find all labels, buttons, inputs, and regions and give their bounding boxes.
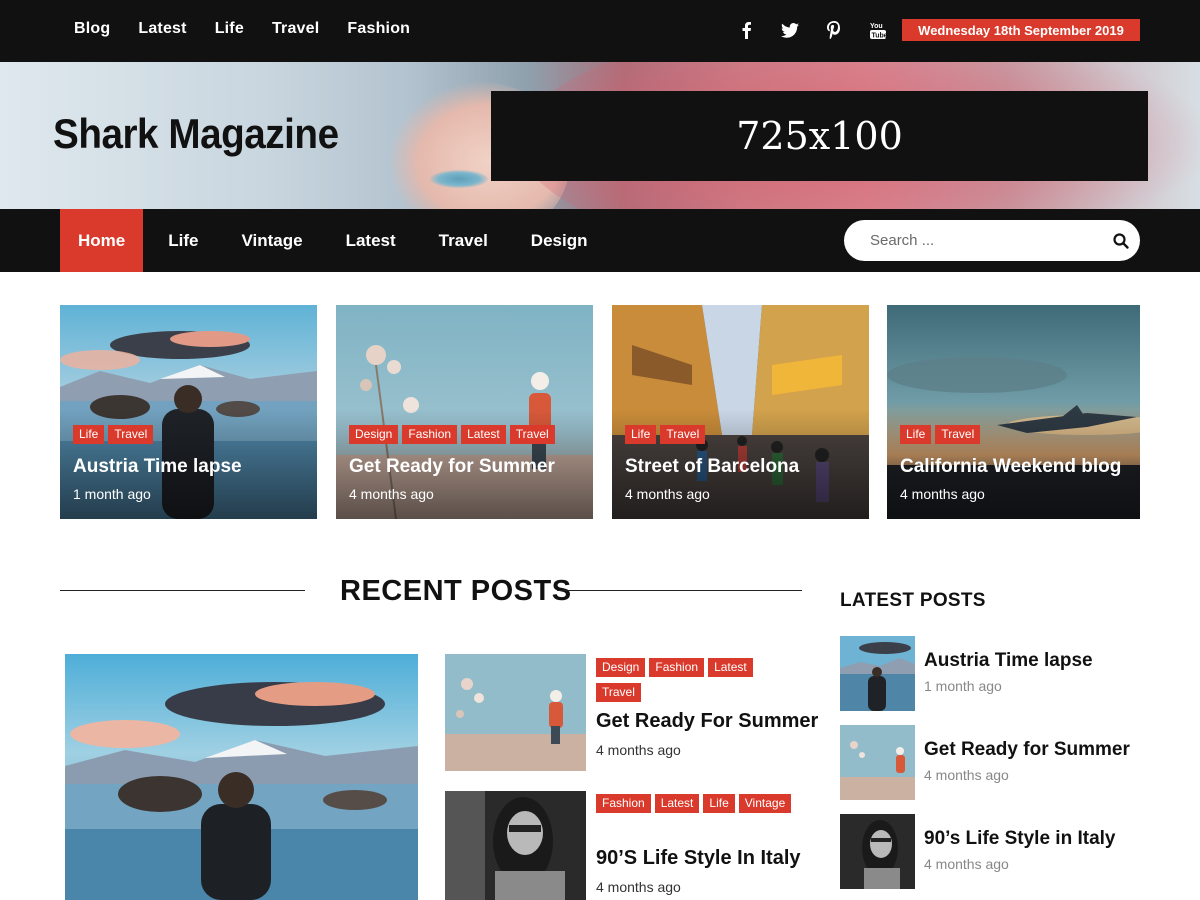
nav-item-design[interactable]: Design [513,209,606,272]
latest-post-date: 4 months ago [924,856,1009,872]
card-date: 4 months ago [625,486,710,502]
latest-post-date: 1 month ago [924,678,1002,694]
nav-item-home[interactable]: Home [60,209,144,272]
pinterest-icon[interactable] [822,18,846,42]
tag[interactable]: Travel [509,425,555,444]
featured-card[interactable]: Life Travel Street of Barcelona 4 months… [612,305,869,519]
featured-card[interactable]: Life Travel California Weekend blog 4 mo… [887,305,1140,519]
recent-post-featured-image[interactable] [65,654,418,900]
top-bar: Blog Latest Life Travel Fashion You Tube … [0,0,1200,62]
latest-post-date: 4 months ago [924,767,1009,783]
tag[interactable]: Fashion [596,794,651,813]
tag-list: Design Fashion Latest Travel [596,658,796,708]
social-links: You Tube [734,16,910,44]
recent-post-date: 4 months ago [596,879,681,895]
search-box [844,220,1140,261]
latest-post-title[interactable]: 90’s Life Style in Italy [924,828,1115,850]
latest-post-thumbnail[interactable] [840,636,915,711]
top-nav: Blog Latest Life Travel Fashion [74,0,438,58]
tag[interactable]: Life [73,425,105,444]
card-date: 4 months ago [349,486,434,502]
featured-card[interactable]: Design Fashion Latest Travel Get Ready f… [336,305,593,519]
tag[interactable]: Life [900,425,932,444]
section-divider [557,590,802,591]
date-badge: Wednesday 18th September 2019 [902,19,1140,41]
top-link-fashion[interactable]: Fashion [347,20,410,38]
latest-post-title[interactable]: Austria Time lapse [924,650,1093,672]
twitter-icon[interactable] [778,18,802,42]
card-title[interactable]: California Weekend blog [900,456,1121,478]
svg-text:You: You [870,23,883,30]
recent-posts-heading: RECENT POSTS [340,575,572,607]
top-link-blog[interactable]: Blog [74,20,110,38]
tag[interactable]: Travel [935,425,981,444]
nav-item-vintage[interactable]: Vintage [223,209,320,272]
ad-banner[interactable]: 725x100 [491,91,1148,181]
tag-list: Life Travel [73,425,157,444]
tag[interactable]: Life [703,794,735,813]
latest-posts-heading: LATEST POSTS [840,590,986,611]
recent-post-title[interactable]: 90’S Life Style In Italy [596,847,801,870]
tag[interactable]: Vintage [738,794,792,813]
tag[interactable]: Travel [108,425,154,444]
search-input[interactable] [870,229,1090,251]
latest-post-thumbnail[interactable] [840,725,915,800]
top-link-life[interactable]: Life [215,20,244,38]
tag[interactable]: Fashion [649,658,705,677]
facebook-icon[interactable] [734,18,758,42]
tag-list: Fashion Latest Life Vintage [596,794,796,819]
site-title[interactable]: Shark Magazine [53,110,339,158]
tag[interactable]: Fashion [402,425,458,444]
card-title[interactable]: Austria Time lapse [73,456,242,478]
card-title[interactable]: Get Ready for Summer [349,456,555,478]
tag[interactable]: Latest [708,658,753,677]
nav-item-life[interactable]: Life [150,209,216,272]
svg-text:Tube: Tube [872,33,887,40]
recent-post-date: 4 months ago [596,742,681,758]
nav-item-latest[interactable]: Latest [328,209,414,272]
recent-post-title[interactable]: Get Ready For Summer [596,710,818,733]
nav-item-travel[interactable]: Travel [421,209,506,272]
card-date: 1 month ago [73,486,151,502]
card-date: 4 months ago [900,486,985,502]
tag[interactable]: Latest [461,425,506,444]
recent-post-thumbnail[interactable] [445,791,586,900]
tag[interactable]: Travel [660,425,706,444]
tag-list: Life Travel [900,425,984,444]
tag[interactable]: Travel [596,683,641,702]
top-link-latest[interactable]: Latest [138,20,186,38]
tag-list: Design Fashion Latest Travel [349,425,559,444]
section-divider [60,590,305,591]
tag[interactable]: Design [349,425,399,444]
card-title[interactable]: Street of Barcelona [625,456,799,478]
latest-post-thumbnail[interactable] [840,814,915,889]
tag-list: Life Travel [625,425,709,444]
tag[interactable]: Life [625,425,657,444]
tag[interactable]: Design [596,658,646,677]
tag[interactable]: Latest [654,794,700,813]
youtube-icon[interactable]: You Tube [866,18,890,42]
featured-card[interactable]: Life Travel Austria Time lapse 1 month a… [60,305,317,519]
banner-eye-shape [430,170,488,188]
top-link-travel[interactable]: Travel [272,20,319,38]
recent-post-thumbnail[interactable] [445,654,586,771]
latest-post-title[interactable]: Get Ready for Summer [924,739,1130,761]
search-icon[interactable] [1112,232,1130,250]
